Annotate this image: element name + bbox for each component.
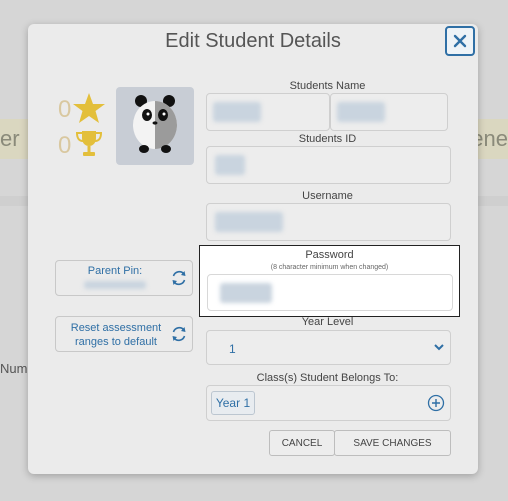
username-label: Username (302, 190, 353, 202)
students-id-field[interactable] (206, 146, 451, 184)
trophy-count: 0 (58, 132, 72, 159)
first-name-field[interactable] (206, 93, 330, 131)
redacted-parent-pin (84, 281, 146, 289)
close-icon (453, 34, 467, 48)
star-count: 0 (58, 96, 72, 123)
password-label: Password (305, 249, 354, 261)
year-level-select[interactable]: 1 (206, 330, 451, 365)
close-button[interactable] (445, 26, 475, 56)
redacted-first-name (213, 102, 261, 122)
save-changes-button[interactable]: SAVE CHANGES (334, 430, 451, 456)
classes-label: Class(s) Student Belongs To: (256, 372, 399, 384)
add-class-icon[interactable] (427, 394, 445, 412)
background-text-left: er (0, 126, 20, 151)
redacted-username (215, 212, 283, 232)
students-id-label: Students ID (298, 133, 357, 145)
classes-field: Year 1 (206, 385, 451, 421)
redacted-last-name (337, 102, 385, 122)
username-field[interactable] (206, 203, 451, 241)
student-avatar (116, 87, 194, 165)
reset-assessment-label: Reset assessment ranges to default (70, 322, 162, 348)
chevron-down-icon (434, 344, 444, 351)
cancel-button[interactable]: CANCEL (269, 430, 335, 456)
students-name-label: Students Name (289, 80, 366, 92)
refresh-pin-icon[interactable] (170, 269, 188, 287)
password-section: Password (8 character minimum when chang… (199, 245, 460, 317)
redacted-students-id (215, 155, 245, 175)
year-level-label: Year Level (301, 316, 354, 328)
star-icon (73, 93, 105, 123)
password-field[interactable] (207, 274, 453, 311)
panda-avatar-icon (133, 95, 177, 153)
modal-title: Edit Student Details (165, 30, 341, 52)
class-chip[interactable]: Year 1 (211, 391, 255, 415)
reset-assessment-button[interactable]: Reset assessment ranges to default (55, 316, 193, 352)
trophy-icon (75, 131, 103, 156)
refresh-icon (172, 326, 186, 342)
year-level-value: 1 (229, 342, 236, 356)
last-name-field[interactable] (330, 93, 448, 131)
parent-pin-label: Parent Pin: (87, 265, 143, 277)
password-hint: (8 character minimum when changed) (270, 264, 389, 271)
parent-pin-panel: Parent Pin: (55, 260, 193, 296)
redacted-password (220, 283, 272, 303)
